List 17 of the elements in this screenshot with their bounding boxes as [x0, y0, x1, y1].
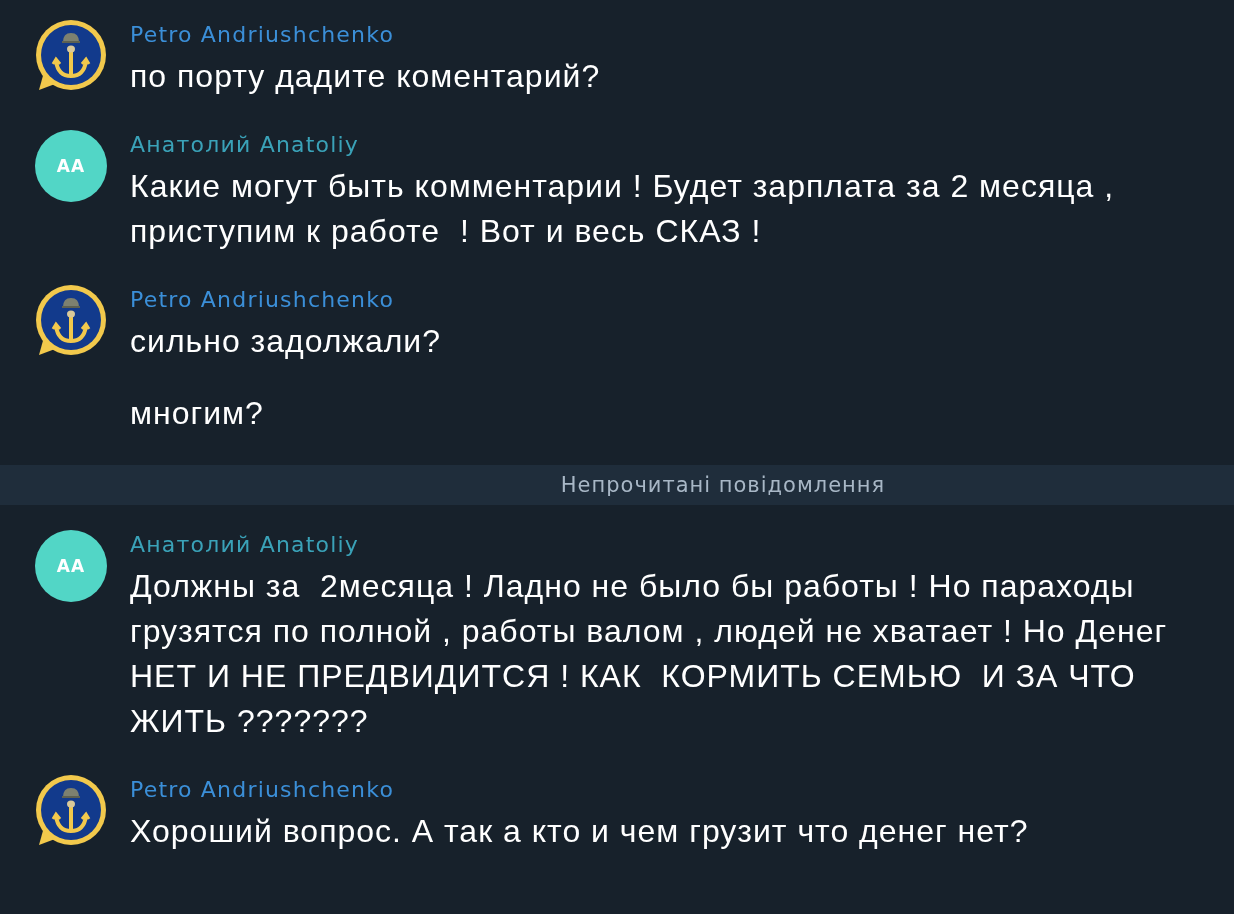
sender-name: Petro Andriushchenko	[130, 21, 395, 49]
unread-label: Непрочитані повідомлення	[560, 472, 886, 498]
sender-name: Анатолий Anatoliy	[130, 131, 360, 159]
sender-name: Анатолий Anatoliy	[130, 531, 360, 559]
message-text: Какие могут быть комментарии ! Будет зарплата за 2 месяца , приступим к работе ! Вот и весь СКАЗ !	[130, 167, 1116, 251]
anchor-logo-icon	[35, 775, 107, 847]
message-text: Хороший вопрос. А так а кто и чем грузит что денег нет?	[130, 812, 1029, 851]
sender-name: Petro Andriushchenko	[130, 286, 395, 314]
message-text: Должны за 2месяца ! Ладно не было бы работы ! Но параходы грузятся по полной , работы валом , людей не хватает ! Но Денег НЕТ И НЕ ПРЕДВИДИТСЯ ! КАК КОРМИТЬ СЕМЬЮ И ЗА ЧТО ЖИТЬ ???????	[130, 567, 1169, 741]
initials-avatar: AA	[35, 530, 107, 602]
initials-avatar: AA	[35, 130, 107, 202]
anchor-logo-icon	[35, 20, 107, 92]
message-text: многим?	[130, 394, 264, 433]
sender-name: Petro Andriushchenko	[130, 776, 395, 804]
anchor-logo-icon	[35, 285, 107, 357]
message-text: сильно задолжали?	[130, 322, 442, 361]
message-text: по порту дадите коментарий?	[130, 57, 601, 96]
